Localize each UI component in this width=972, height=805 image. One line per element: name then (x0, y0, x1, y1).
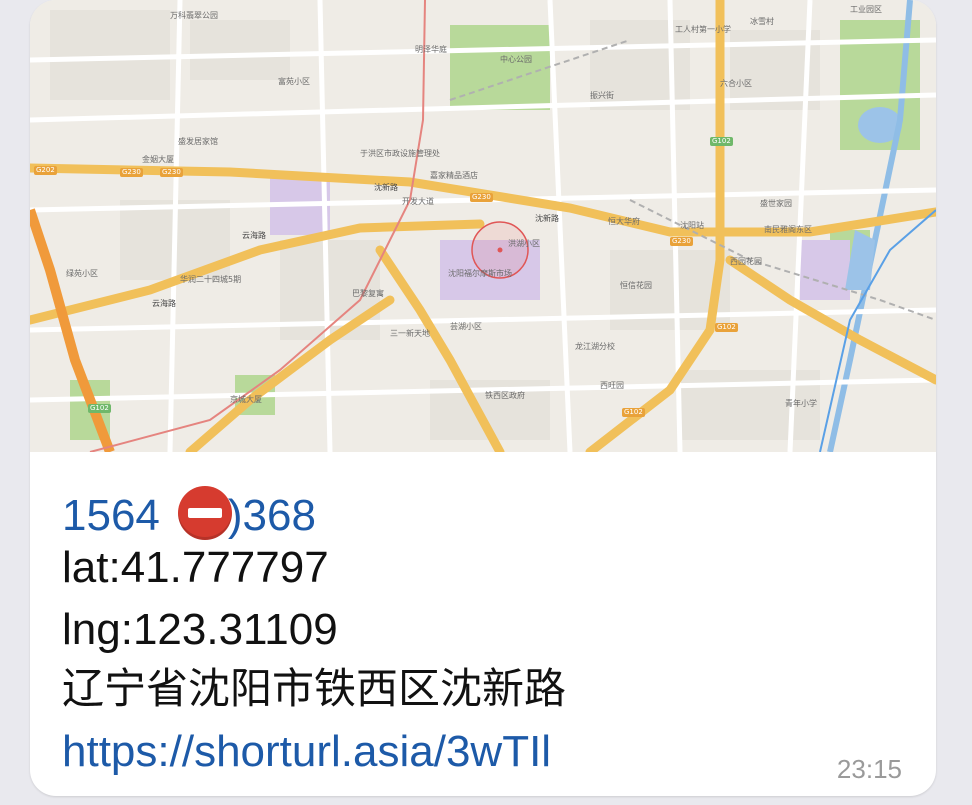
map-label: 南民雅阁东区 (764, 225, 812, 234)
location-map[interactable]: G230 G230 G230 G230 G202 G102 G102 G102 … (30, 0, 936, 452)
map-label: 中心公园 (500, 55, 532, 64)
phone-suffix: )368 (227, 491, 316, 540)
map-label: 龙江湖分校 (575, 342, 615, 351)
map-label: 工人村第一小学 (675, 25, 731, 34)
map-label: 沈阳站 (680, 221, 704, 230)
map-label: 洪湖小区 (508, 239, 540, 248)
map-label: 云海路 (242, 231, 266, 240)
map-label: 盛世家园 (760, 199, 792, 208)
map-label: 盛发居家馆 (178, 137, 218, 146)
map-label: 沈新路 (374, 183, 398, 192)
road-badge-g102: G102 (710, 137, 733, 146)
phone-prefix: 1564 (62, 491, 160, 540)
road-badge-g230: G230 (470, 193, 493, 202)
map-label: 巴黎复寓 (352, 289, 384, 298)
road-badge-g102: G102 (88, 404, 111, 413)
map-label: 振兴街 (590, 91, 614, 100)
map-label: 工业园区 (850, 5, 882, 14)
road-badge-g230: G230 (120, 168, 143, 177)
road-badge-g202: G202 (34, 166, 57, 175)
short-link[interactable]: https://shorturl.asia/3wTIl (62, 730, 551, 774)
map-label: 华润二十四城5期 (180, 275, 242, 284)
longitude-text: lng:123.31109 (62, 605, 338, 654)
map-label: 西旺园 (600, 381, 624, 390)
road-badge-g102: G102 (715, 323, 738, 332)
phone-number[interactable]: 1564 )368 (62, 486, 316, 540)
map-label: 六合小区 (720, 79, 752, 88)
map-label: 青年小学 (785, 399, 817, 408)
message-bubble[interactable]: G230 G230 G230 G230 G202 G102 G102 G102 … (30, 0, 936, 796)
road-badge-g230: G230 (160, 168, 183, 177)
map-label: 于洪区市政设施管理处 (360, 149, 440, 158)
address-text: 辽宁省沈阳市铁西区沈新路 (62, 664, 567, 713)
map-label: 芸湖小区 (450, 322, 482, 331)
map-label: 沈阳福尔摩斯市场 (448, 269, 512, 278)
map-label: 金姻大厦 (142, 155, 174, 164)
map-label: 沈新路 (535, 214, 559, 223)
map-label: 开发大道 (402, 197, 434, 206)
map-label: 恒大华府 (608, 217, 640, 226)
message-timestamp: 23:15 (836, 754, 902, 784)
map-label: 万科翡翠公园 (170, 11, 218, 20)
map-label: 嘉家精品酒店 (430, 171, 478, 180)
map-label: 冰雪村 (750, 17, 774, 26)
message-text: 1564 )368 lat:41.777797 lng:123.31109 辽宁省… (30, 452, 936, 796)
map-label: 绿苑小区 (66, 269, 98, 278)
map-label: 富苑小区 (278, 77, 310, 86)
latitude-text: lat:41.777797 (62, 543, 329, 592)
no-entry-icon (177, 486, 232, 540)
road-badge-g230: G230 (670, 237, 693, 246)
map-label: 西园花园 (730, 257, 762, 266)
map-label: 恒信花园 (620, 281, 652, 290)
map-label: 明泽华庭 (415, 45, 447, 54)
map-label: 云海路 (152, 299, 176, 308)
map-label: 三一新天地 (390, 329, 430, 338)
map-label: 京城大厦 (230, 395, 262, 404)
map-label: 铁西区政府 (485, 391, 525, 400)
road-badge-g102: G102 (622, 408, 645, 417)
